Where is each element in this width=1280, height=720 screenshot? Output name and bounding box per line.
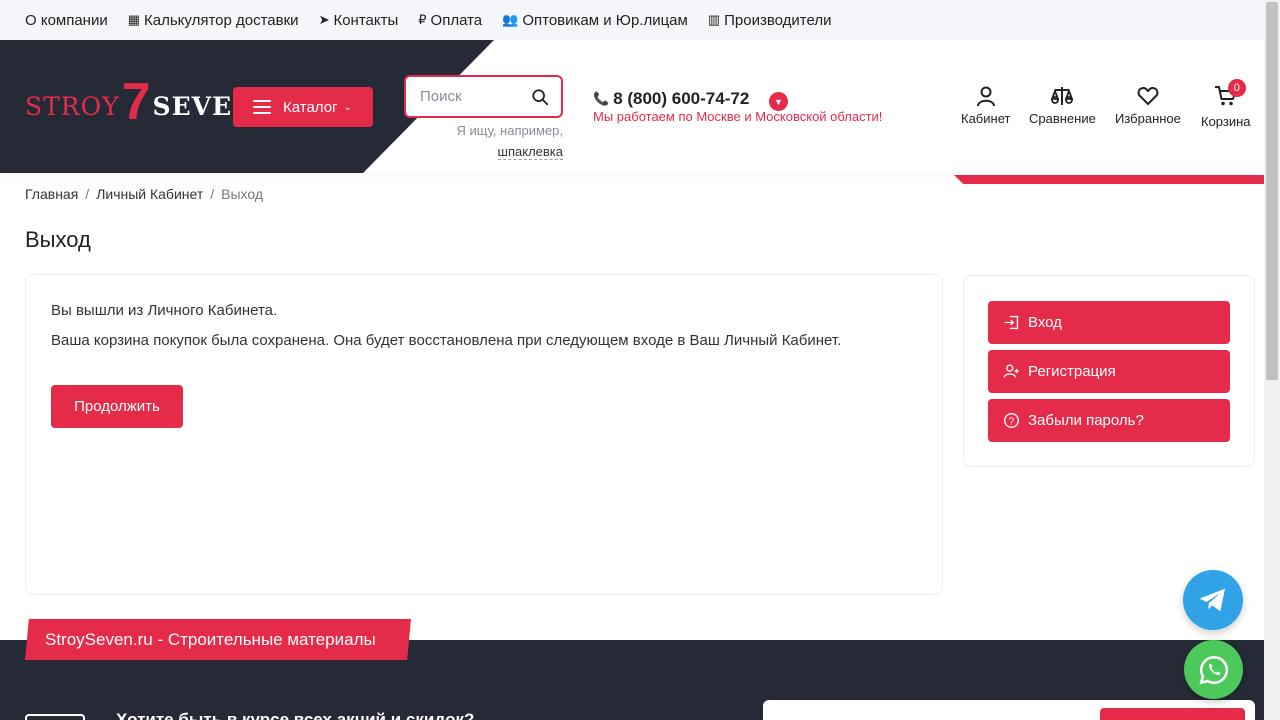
scrollbar-thumb[interactable] xyxy=(1266,2,1278,380)
register-button[interactable]: Регистрация xyxy=(988,350,1230,393)
header-accent-strip xyxy=(954,175,1264,184)
header-compare-link[interactable]: Сравнение xyxy=(1029,84,1096,126)
header-favorites-link[interactable]: Избранное xyxy=(1115,84,1181,126)
cart-count-badge: 0 xyxy=(1227,79,1246,97)
topnav-delivery-calculator-label: Калькулятор доставки xyxy=(144,11,299,29)
topnav-manufacturers-label: Производители xyxy=(724,11,832,29)
forgot-password-button[interactable]: ? Забыли пароль? xyxy=(988,399,1230,442)
svg-text:?: ? xyxy=(1009,416,1015,427)
cart-icon-wrap: 0 xyxy=(1214,79,1246,114)
breadcrumb-current: Выход xyxy=(221,186,264,202)
phone-number[interactable]: 📞 8 (800) 600-74-72 xyxy=(593,89,749,109)
site-logo[interactable]: STROY 7 SEVEN xyxy=(25,76,256,128)
heart-icon xyxy=(1137,86,1159,106)
header-cart-link[interactable]: 0 Корзина xyxy=(1201,79,1251,129)
chevron-down-icon: ⌄ xyxy=(343,101,352,113)
header-cabinet-label: Кабинет xyxy=(961,111,1011,126)
logout-message: Вы вышли из Личного Кабинета. xyxy=(51,302,278,319)
continue-button[interactable]: Продолжить xyxy=(51,385,183,428)
topnav-wholesale-link[interactable]: 👥 Оптовикам и Юр.лицам xyxy=(502,12,688,29)
hamburger-icon xyxy=(253,100,271,114)
envelope-icon xyxy=(25,714,85,720)
logout-message-card: Вы вышли из Личного Кабинета. Ваша корзи… xyxy=(25,274,943,595)
search-hint: Я ищу, например, шпаклевка xyxy=(404,120,563,162)
topnav-about-label: О компании xyxy=(25,11,108,29)
chevron-down-icon: ▼ xyxy=(774,96,783,107)
site-header: STROY 7 SEVEN Каталог ⌄ Я ищу, например,… xyxy=(0,40,1264,173)
breadcrumb: Главная / Личный Кабинет / Выход xyxy=(25,186,270,202)
topnav-about-link[interactable]: О компании xyxy=(25,12,108,29)
users-icon: 👥 xyxy=(502,12,519,27)
footer-brand-tab: StroySeven.ru - Строительные материалы xyxy=(25,619,411,660)
region-notice: Мы работаем по Москве и Московской облас… xyxy=(593,109,883,124)
login-icon xyxy=(1004,315,1019,330)
topnav-wholesale-label: Оптовикам и Юр.лицам xyxy=(522,11,688,29)
user-icon xyxy=(976,86,995,107)
logo-word-stroy: STROY xyxy=(25,91,120,121)
page-scrollbar[interactable] xyxy=(1264,0,1280,720)
topnav-delivery-calculator-link[interactable]: ▦ Калькулятор доставки xyxy=(128,12,299,29)
search-hint-example[interactable]: шпаклевка xyxy=(497,144,563,160)
account-sidebar: Вход Регистрация ? Забыли пароль? xyxy=(963,275,1255,467)
top-nav-bar: О компании ▦ Калькулятор доставки ➤ Контак… xyxy=(0,0,1264,40)
topnav-contacts-link[interactable]: ➤ Контакты xyxy=(319,12,399,29)
search-box xyxy=(404,75,563,118)
login-label: Вход xyxy=(1028,314,1062,331)
login-button[interactable]: Вход xyxy=(988,301,1230,344)
breadcrumb-separator: / xyxy=(210,186,215,202)
question-circle-icon: ? xyxy=(1004,413,1019,428)
whatsapp-icon xyxy=(1198,655,1228,685)
scales-icon xyxy=(1051,87,1074,105)
topnav-payment-label: Оплата xyxy=(430,11,483,29)
phone-icon: 📞 xyxy=(593,91,610,106)
add-user-icon xyxy=(1003,364,1019,378)
topnav-manufacturers-link[interactable]: ▥ Производители xyxy=(708,12,832,29)
header-compare-label: Сравнение xyxy=(1029,111,1096,126)
page-title: Выход xyxy=(25,227,91,252)
search-hint-prefix: Я ищу, например, xyxy=(456,123,563,138)
barcode-icon: ▥ xyxy=(707,12,721,27)
search-input[interactable] xyxy=(420,88,525,105)
calculator-icon: ▦ xyxy=(127,12,141,27)
forgot-password-label: Забыли пароль? xyxy=(1028,412,1144,429)
catalog-label: Каталог xyxy=(283,98,338,116)
header-favorites-label: Избранное xyxy=(1115,111,1181,126)
breadcrumb-home-link[interactable]: Главная xyxy=(25,186,78,202)
breadcrumb-cabinet-link[interactable]: Личный Кабинет xyxy=(96,186,203,202)
catalog-button[interactable]: Каталог ⌄ xyxy=(233,87,373,127)
telegram-icon xyxy=(1199,588,1225,612)
breadcrumb-separator: / xyxy=(85,186,90,202)
header-cart-label: Корзина xyxy=(1201,114,1251,129)
header-cabinet-link[interactable]: Кабинет xyxy=(961,84,1010,126)
ruble-icon: ₽ xyxy=(418,12,427,27)
subscribe-button[interactable] xyxy=(1100,708,1245,720)
telegram-button[interactable] xyxy=(1183,570,1243,630)
logo-digit: 7 xyxy=(121,73,151,131)
phone-number-text: 8 (800) 600-74-72 xyxy=(613,89,750,108)
topnav-payment-link[interactable]: ₽ Оплата xyxy=(418,12,482,29)
cart-saved-message: Ваша корзина покупок была сохранена. Она… xyxy=(51,332,842,349)
search-icon[interactable] xyxy=(531,88,549,106)
register-label: Регистрация xyxy=(1028,363,1116,380)
topnav-contacts-label: Контакты xyxy=(333,11,399,29)
location-arrow-icon: ➤ xyxy=(318,12,330,27)
subscribe-text: Хотите быть в курсе всех акций и скидок? xyxy=(116,710,475,720)
whatsapp-button[interactable] xyxy=(1184,640,1243,699)
